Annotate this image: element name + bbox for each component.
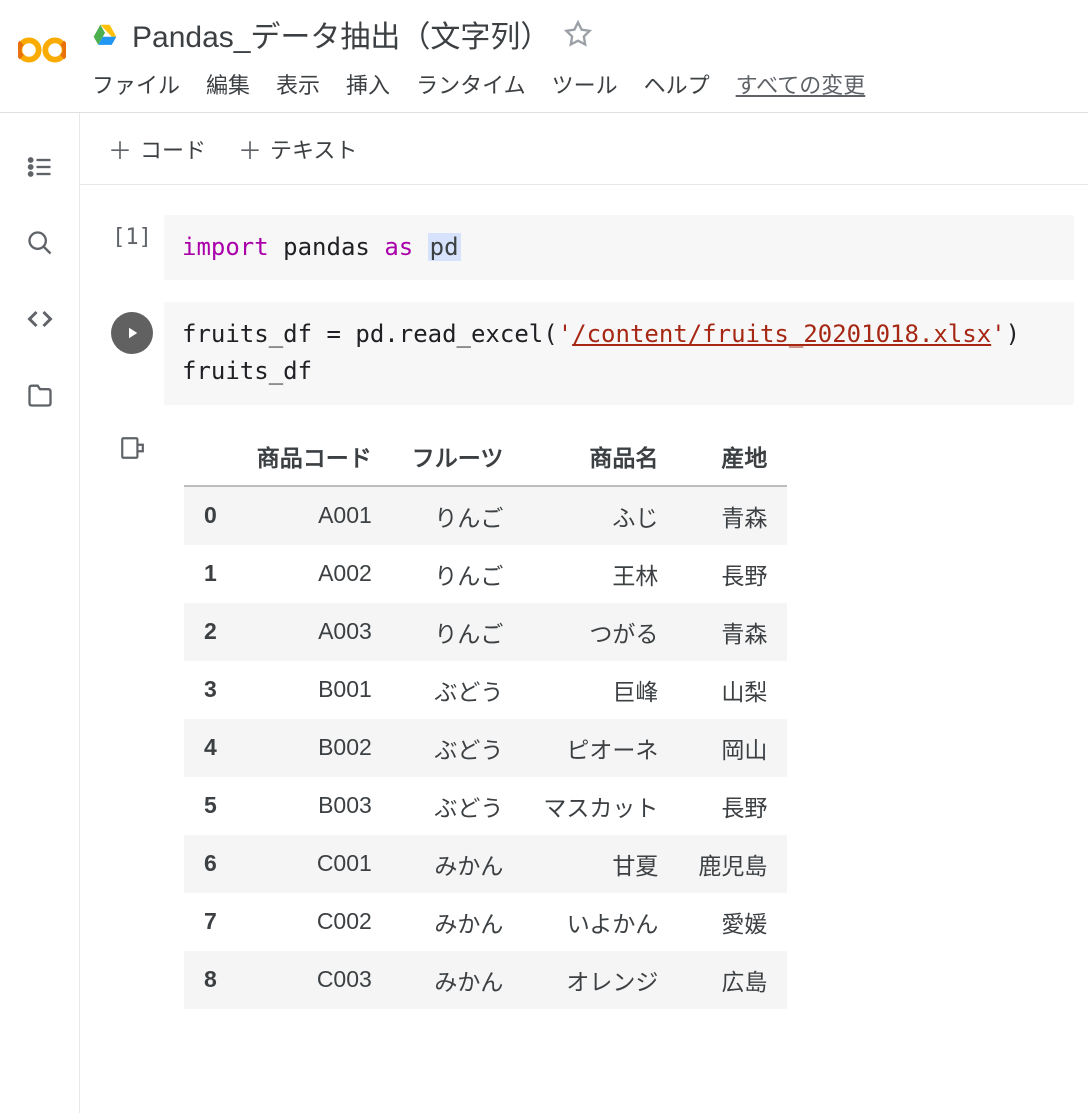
add-text-label: テキスト — [270, 133, 357, 165]
table-cell: ふじ — [523, 486, 678, 545]
table-cell: 王林 — [523, 545, 678, 603]
row-index: 7 — [184, 893, 237, 951]
table-row: 2A003りんごつがる青森 — [184, 603, 787, 661]
row-index: 6 — [184, 835, 237, 893]
menu-file[interactable]: ファイル — [92, 68, 180, 100]
table-row: 8C003みかんオレンジ広島 — [184, 951, 787, 1009]
output-indicator-icon[interactable] — [119, 435, 145, 466]
document-title[interactable]: Pandas_データ抽出（文字列） — [132, 12, 550, 56]
table-cell: りんご — [392, 545, 524, 603]
table-cell: ぶどう — [392, 777, 524, 835]
row-index: 0 — [184, 486, 237, 545]
table-cell: オレンジ — [523, 951, 678, 1009]
code-input[interactable]: fruits_df = pd.read_excel('/content/frui… — [164, 302, 1074, 404]
row-index: 3 — [184, 661, 237, 719]
table-cell: りんご — [392, 486, 524, 545]
column-header: 商品名 — [523, 427, 678, 486]
row-index: 1 — [184, 545, 237, 603]
toc-icon[interactable] — [26, 153, 54, 181]
plus-icon: ＋ — [238, 131, 262, 166]
table-cell: マスカット — [523, 777, 678, 835]
table-cell: 長野 — [678, 777, 787, 835]
table-row: 6C001みかん甘夏鹿児島 — [184, 835, 787, 893]
table-cell: B001 — [237, 661, 392, 719]
table-cell: B003 — [237, 777, 392, 835]
star-icon[interactable] — [564, 20, 592, 48]
table-cell: ピオーネ — [523, 719, 678, 777]
header: Pandas_データ抽出（文字列） ファイル 編集 表示 挿入 ランタイム ツー… — [0, 0, 1088, 113]
column-header: 産地 — [678, 427, 787, 486]
table-cell: りんご — [392, 603, 524, 661]
table-cell: 愛媛 — [678, 893, 787, 951]
table-cell: 甘夏 — [523, 835, 678, 893]
menu-runtime[interactable]: ランタイム — [416, 68, 526, 100]
add-code-label: コード — [140, 133, 206, 165]
row-index: 8 — [184, 951, 237, 1009]
table-cell: 鹿児島 — [678, 835, 787, 893]
table-cell: A001 — [237, 486, 392, 545]
files-icon[interactable] — [26, 381, 54, 409]
colab-logo[interactable] — [12, 8, 72, 74]
code-snippets-icon[interactable] — [26, 305, 54, 333]
row-index: 5 — [184, 777, 237, 835]
sidebar — [0, 113, 80, 1113]
row-index: 4 — [184, 719, 237, 777]
code-cell[interactable]: fruits_df = pd.read_excel('/content/frui… — [100, 302, 1088, 404]
table-cell: みかん — [392, 835, 524, 893]
plus-icon: ＋ — [108, 131, 132, 166]
menubar: ファイル 編集 表示 挿入 ランタイム ツール ヘルプ すべての変更 — [92, 62, 1076, 112]
code-cell[interactable]: [1] import pandas as pd — [100, 215, 1088, 280]
table-cell: みかん — [392, 893, 524, 951]
table-cell: C003 — [237, 951, 392, 1009]
table-row: 4B002ぶどうピオーネ岡山 — [184, 719, 787, 777]
menu-help[interactable]: ヘルプ — [644, 68, 710, 100]
table-cell: 岡山 — [678, 719, 787, 777]
menu-tools[interactable]: ツール — [552, 68, 618, 100]
table-cell: C001 — [237, 835, 392, 893]
table-cell: 巨峰 — [523, 661, 678, 719]
table-cell: 青森 — [678, 486, 787, 545]
drive-icon — [92, 21, 118, 47]
menu-insert[interactable]: 挿入 — [346, 68, 390, 100]
table-header-row: 商品コード フルーツ 商品名 産地 — [184, 427, 787, 486]
table-cell: ぶどう — [392, 719, 524, 777]
execution-count: [1] — [112, 225, 152, 250]
dataframe-output: 商品コード フルーツ 商品名 産地 0A001りんごふじ青森1A002りんご王林… — [184, 427, 787, 1009]
column-header: 商品コード — [237, 427, 392, 486]
table-row: 1A002りんご王林長野 — [184, 545, 787, 603]
column-header: フルーツ — [392, 427, 524, 486]
menu-edit[interactable]: 編集 — [206, 68, 250, 100]
cell-toolbar: ＋ コード ＋ テキスト — [80, 113, 1088, 185]
table-cell: 山梨 — [678, 661, 787, 719]
table-cell: A003 — [237, 603, 392, 661]
search-icon[interactable] — [26, 229, 54, 257]
table-row: 7C002みかんいよかん愛媛 — [184, 893, 787, 951]
table-cell: いよかん — [523, 893, 678, 951]
table-cell: ぶどう — [392, 661, 524, 719]
table-cell: 青森 — [678, 603, 787, 661]
table-cell: A002 — [237, 545, 392, 603]
code-input[interactable]: import pandas as pd — [164, 215, 1074, 280]
run-cell-button[interactable] — [111, 312, 153, 354]
table-cell: B002 — [237, 719, 392, 777]
table-row: 0A001りんごふじ青森 — [184, 486, 787, 545]
add-code-button[interactable]: ＋ コード — [108, 131, 206, 166]
table-cell: 広島 — [678, 951, 787, 1009]
table-row: 3B001ぶどう巨峰山梨 — [184, 661, 787, 719]
table-cell: みかん — [392, 951, 524, 1009]
row-index: 2 — [184, 603, 237, 661]
table-cell: C002 — [237, 893, 392, 951]
menu-view[interactable]: 表示 — [276, 68, 320, 100]
save-status[interactable]: すべての変更 — [736, 68, 866, 100]
table-cell: つがる — [523, 603, 678, 661]
cell-output: 商品コード フルーツ 商品名 産地 0A001りんごふじ青森1A002りんご王林… — [100, 427, 1088, 1009]
add-text-button[interactable]: ＋ テキスト — [238, 131, 357, 166]
table-row: 5B003ぶどうマスカット長野 — [184, 777, 787, 835]
table-cell: 長野 — [678, 545, 787, 603]
